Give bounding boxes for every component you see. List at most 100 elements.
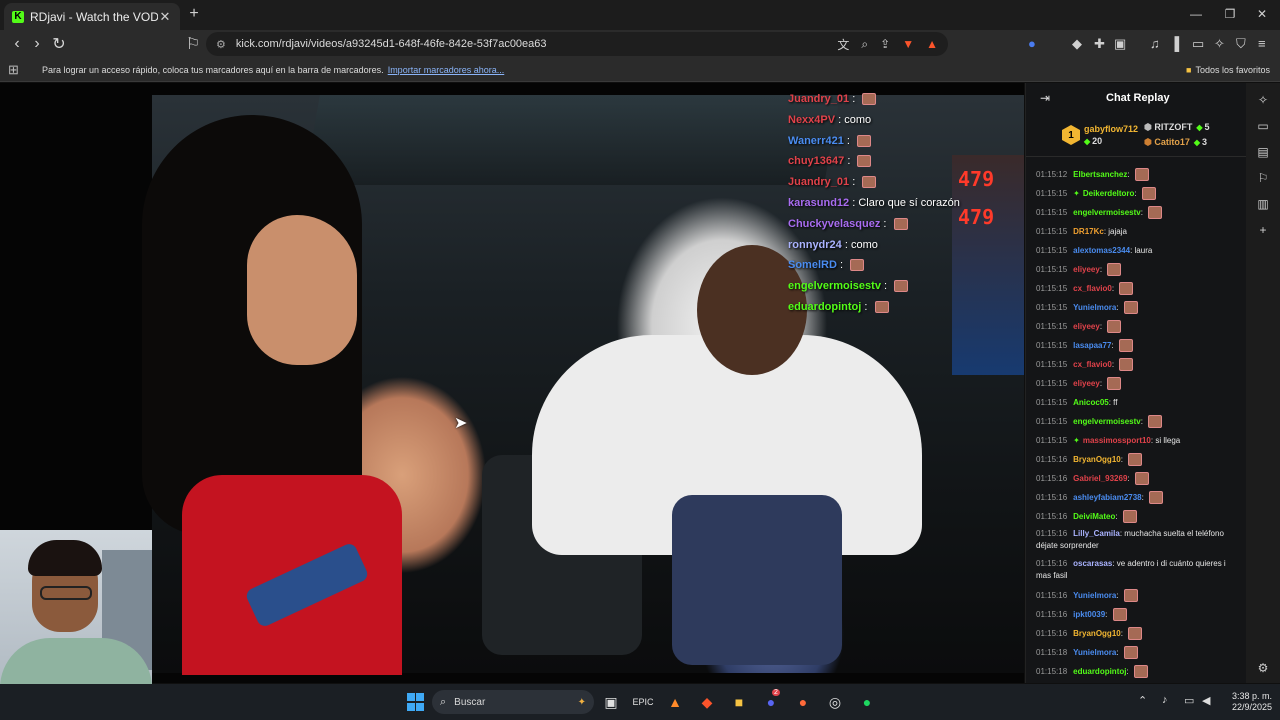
leader-2[interactable]: ⬢ RITZOFT ◆ 5 [1144,122,1210,133]
overlay-chat-separator: : [849,196,859,209]
chat-timestamp: 01:15:16 [1036,610,1068,619]
forward-icon[interactable]: › [28,35,46,53]
brave-browser-icon[interactable]: ◆ [698,693,716,711]
bookmarks-bar: ⊞ Para lograr un acceso rápido, coloca t… [0,58,1280,82]
chat-username[interactable]: engelvermoisestv [1073,208,1141,217]
maximize-icon[interactable]: ❐ [1222,6,1238,22]
chat-username[interactable]: cx_flavio0 [1073,284,1112,293]
tab-manager-icon[interactable]: ▣ [1114,36,1126,52]
reload-icon[interactable]: ↻ [50,35,68,53]
chat-username[interactable]: Gabriel_93269 [1073,474,1127,483]
chat-text: ff [1113,398,1118,407]
tab-close-icon[interactable]: ✕ [158,9,172,25]
taskbar-search[interactable]: ⌕ Buscar ✦ [432,690,594,714]
chat-username[interactable]: Deikerdeltoro [1083,189,1135,198]
site-info-icon[interactable]: ⚙ [216,38,226,51]
active-tab[interactable]: K RDjavi - Watch the VOD on K ✕ [4,3,180,30]
chat-username[interactable]: DR17Kc [1073,227,1104,236]
volume-icon[interactable]: ◀ [1202,694,1210,707]
back-icon[interactable]: ‹ [8,35,26,53]
wallet-sidebar-icon[interactable]: ▤ [1256,145,1270,159]
brave-rewards-icon[interactable]: ▲ [926,37,938,51]
chat-username[interactable]: BryanOgg10 [1073,455,1121,464]
chat-username[interactable]: massimossport10 [1083,436,1151,445]
chat-username[interactable]: Lilly_Camila [1073,529,1120,538]
chat-username[interactable]: BryanOgg10 [1073,629,1121,638]
address-bar[interactable]: ⚙ kick.com/rdjavi/videos/a93245d1-648f-4… [206,32,948,56]
epic-games-icon[interactable]: EPIC [633,693,654,711]
chat-colon: : [1140,208,1146,217]
overlay-chat-user: SomelRD [788,259,837,272]
chat-username[interactable]: eduardopintoj [1073,667,1126,676]
leo-sidebar-icon[interactable]: ✧ [1256,93,1270,107]
translate-icon[interactable]: 文 [837,36,849,53]
zoom-icon[interactable]: ⌕ [861,37,868,52]
task-view-icon[interactable]: ▣ [602,693,620,711]
github-icon[interactable]: ◎ [826,693,844,711]
url-text[interactable]: kick.com/rdjavi/videos/a93245d1-648f-46f… [236,38,826,50]
chat-username[interactable]: eliyeey [1073,322,1100,331]
chat-colon: : [1134,189,1139,198]
overlay-chat-row: ronnydr24 : como [788,235,1018,256]
chat-username[interactable]: eliyeey [1073,379,1100,388]
collapse-chat-icon[interactable]: ⇥ [1040,91,1050,105]
extension-icon[interactable]: ● [1028,36,1036,51]
emote-icon [1141,187,1156,201]
window-close-icon[interactable]: ✕ [1254,6,1270,22]
share-icon[interactable]: ⇪ [880,37,890,51]
chat-username[interactable]: ashleyfabiam2738 [1073,493,1142,502]
menu-icon[interactable]: ≡ [1258,36,1266,51]
reader-sidebar-icon[interactable]: ▥ [1256,197,1270,211]
extensions-puzzle-icon[interactable]: ✚ [1094,36,1105,52]
search-icon: ⌕ [440,695,447,708]
chat-username[interactable]: lasapaa77 [1073,341,1111,350]
leader-3[interactable]: ⬢ Catito17 ◆ 3 [1144,137,1207,148]
reading-list-icon[interactable]: ▭ [1256,119,1270,133]
chat-username[interactable]: Yunielmora [1073,303,1116,312]
tray-chevron-icon[interactable]: ⌃ [1138,694,1147,707]
microphone-icon[interactable]: ♪ [1162,694,1168,706]
wallet-icon[interactable]: ▭ [1192,36,1204,52]
display-icon[interactable]: ▭ [1184,694,1194,707]
minimize-icon[interactable]: — [1188,6,1204,22]
overlay-chat-separator: : [861,300,871,313]
media-icon[interactable]: ♫ [1150,36,1160,51]
app-icon[interactable]: ▲ [666,693,684,711]
emote-icon [1123,589,1138,603]
leader-1-name[interactable]: gabyflow712 [1084,124,1138,134]
chat-username[interactable]: alextomas2344 [1073,246,1130,255]
overlay-chat-separator: : [880,217,890,230]
chat-username[interactable]: Yunielmora [1073,591,1116,600]
chat-username[interactable]: cx_flavio0 [1073,360,1112,369]
brave-shields-icon[interactable]: ▼ [902,37,914,51]
discord-badge: 2 [772,689,780,696]
sidebar-toggle-icon[interactable]: ▐ [1170,36,1179,51]
overlay-chat-row: Wanerr421 : [788,131,1018,152]
chat-message: 01:15:16 ashleyfabiam2738: [1036,488,1242,507]
add-sidebar-icon[interactable]: + [1256,223,1270,237]
chat-username[interactable]: eliyeey [1073,265,1100,274]
new-tab-icon[interactable]: + [186,5,202,22]
chat-username[interactable]: DeiviMateo [1073,512,1115,521]
chat-username[interactable]: Anicoc05 [1073,398,1109,407]
extension-diamond-icon[interactable]: ◆ [1072,36,1082,52]
bookmarks-sidebar-icon[interactable]: ⚐ [1256,171,1270,185]
import-bookmarks-link[interactable]: Importar marcadores ahora... [388,65,505,75]
chat-username[interactable]: ipkt0039 [1073,610,1105,619]
chat-username[interactable]: Elbertsanchez [1073,170,1127,179]
leo-ai-icon[interactable]: ✧ [1214,36,1225,52]
apps-grid-icon[interactable]: ⊞ [8,62,19,78]
system-clock[interactable]: 3:38 p. m. 22/9/2025 [1222,691,1272,713]
chat-username[interactable]: oscarasas [1073,559,1112,568]
windows-start-icon[interactable] [406,693,424,711]
file-explorer-icon[interactable]: ■ [730,693,748,711]
sidebar-settings-icon[interactable]: ⚙ [1256,661,1270,675]
video-player[interactable]: 479 479 Juandry_01 : Nexx4PV : como Waner… [0,83,1024,683]
app-orange-icon[interactable]: ● [794,693,812,711]
chat-username[interactable]: Yunielmora [1073,648,1116,657]
bookmark-icon[interactable]: ⚐ [184,35,202,53]
vpn-icon[interactable]: ⛉ [1236,36,1246,52]
chat-username[interactable]: engelvermoisestv [1073,417,1141,426]
all-favorites-button[interactable]: ■ Todos los favoritos [1186,65,1270,75]
spotify-icon[interactable]: ● [858,693,876,711]
